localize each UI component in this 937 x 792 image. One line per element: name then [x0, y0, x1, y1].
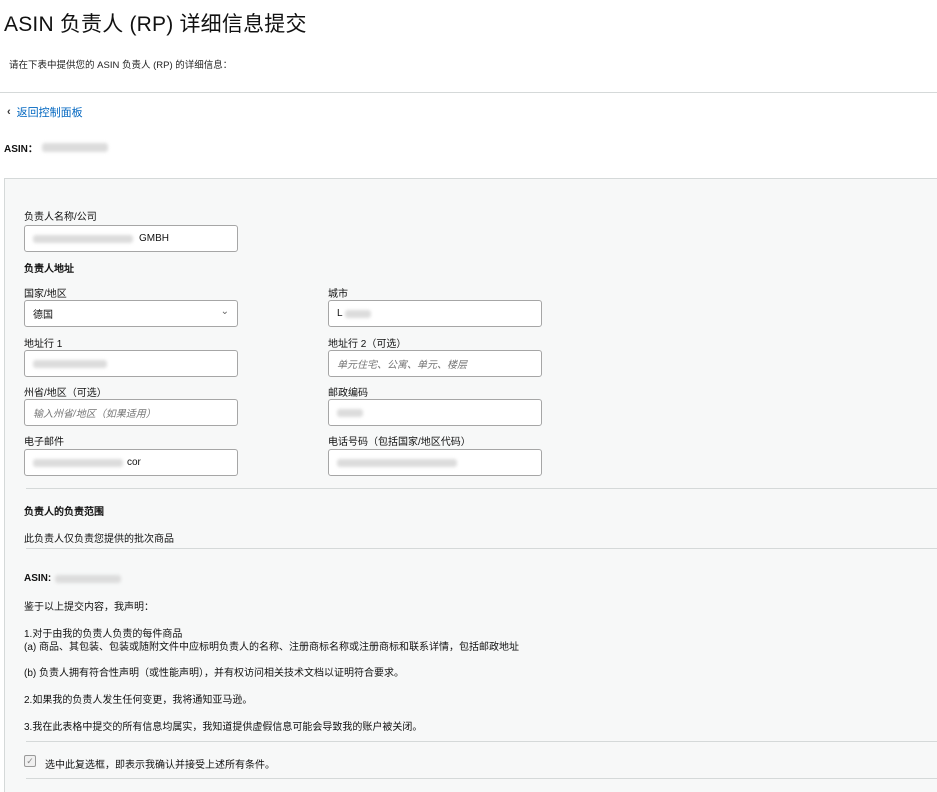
address2-input[interactable]: 单元住宅、公寓、单元、楼层: [328, 350, 542, 377]
declaration-asin-label: ASIN:: [24, 573, 52, 584]
page-subtitle: 请在下表中提供您的 ASIN 负责人 (RP) 的详细信息：: [9, 60, 233, 71]
phone-input[interactable]: [328, 449, 542, 476]
asin-header: ASIN：: [4, 140, 108, 155]
redacted-city: [344, 309, 371, 318]
chevron-left-icon: ‹: [7, 106, 11, 118]
divider: [26, 548, 937, 549]
declaration-item1-b: (b) 负责人拥有符合性声明（或性能声明），并有权访问相关技术文档以证明符合要求…: [24, 668, 404, 679]
page-title: ASIN 负责人 (RP) 详细信息提交: [4, 13, 307, 36]
checkmark-icon: ✓: [26, 755, 34, 766]
divider: [26, 741, 937, 742]
phone-label: 电话号码（包括国家/地区代码）: [328, 437, 471, 448]
redacted-phone: [337, 458, 457, 467]
email-label: 电子邮件: [24, 437, 64, 448]
redacted-address1: [33, 359, 107, 368]
redacted-zip: [337, 408, 363, 417]
back-link-label: 返回控制面板: [16, 107, 83, 119]
asin-label: ASIN：: [4, 144, 38, 155]
state-input[interactable]: 输入州省/地区（如果适用）: [24, 399, 238, 426]
redacted-name: [33, 234, 133, 243]
address2-label: 地址行 2（可选）: [328, 339, 407, 350]
address-heading: 负责人地址: [24, 264, 74, 275]
accept-checkbox[interactable]: ✓: [24, 755, 36, 767]
zip-input[interactable]: [328, 399, 542, 426]
address1-label: 地址行 1: [24, 339, 63, 350]
city-label: 城市: [328, 289, 348, 300]
declaration-intro: 鉴于以上提交内容，我声明：: [24, 602, 154, 613]
divider: [0, 92, 937, 93]
rp-name-label: 负责人名称/公司: [24, 212, 97, 223]
redacted-asin: [41, 143, 108, 152]
declaration-item2: 2.如果我的负责人发生任何变更，我将通知亚马逊。: [24, 695, 253, 706]
redacted-asin: [55, 574, 122, 583]
declaration-asin: ASIN:: [24, 573, 122, 584]
redacted-email: [33, 458, 123, 467]
address1-input[interactable]: [24, 350, 238, 377]
city-input[interactable]: L: [328, 300, 542, 327]
accept-checkbox-label: 选中此复选框，即表示我确认并接受上述所有条件。: [45, 760, 275, 771]
rp-name-input[interactable]: GMBH: [24, 225, 238, 252]
email-value: cor: [127, 457, 141, 468]
country-label: 国家/地区: [24, 289, 67, 300]
divider: [26, 488, 937, 489]
country-select[interactable]: 德国 ⌄: [24, 300, 238, 327]
declaration-item3: 3.我在此表格中提交的所有信息均属实，我知道提供虚假信息可能会导致我的账户被关闭…: [24, 722, 423, 733]
rp-name-value: GMBH: [139, 233, 169, 244]
city-value: L: [337, 308, 343, 319]
scope-text: 此负责人仅负责您提供的批次商品: [24, 534, 174, 545]
chevron-down-icon: ⌄: [220, 306, 229, 317]
divider: [26, 778, 937, 779]
declaration-item1-a: (a) 商品、其包装、包装或随附文件中应标明负责人的名称、注册商标名称或注册商标…: [24, 642, 519, 653]
email-input[interactable]: cor: [24, 449, 238, 476]
state-label: 州省/地区（可选）: [24, 388, 107, 399]
scope-heading: 负责人的负责范围: [24, 507, 104, 518]
country-value: 德国: [33, 310, 53, 321]
back-to-dashboard-link[interactable]: ‹ 返回控制面板: [7, 104, 83, 120]
zip-label: 邮政编码: [328, 388, 368, 399]
